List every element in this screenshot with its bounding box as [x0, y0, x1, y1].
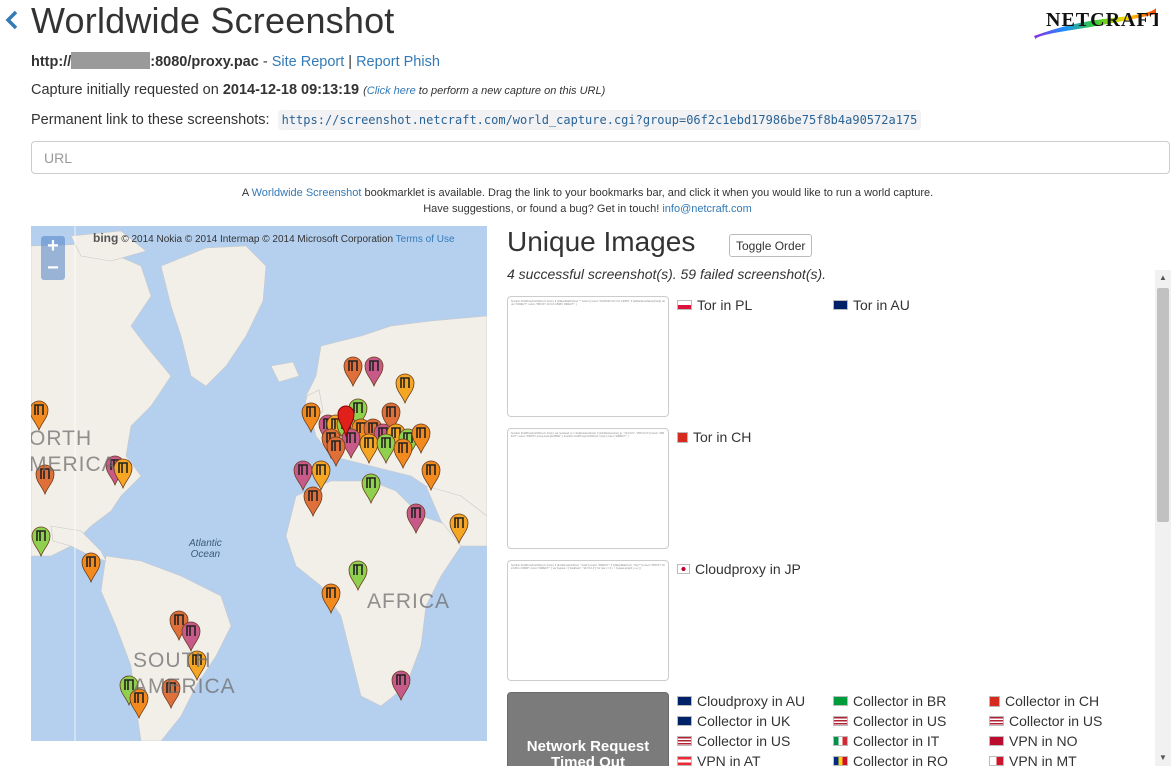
failed-location-label: VPN in AT — [697, 753, 761, 766]
url-suffix: :8080/proxy.pac — [150, 54, 259, 70]
failed-location-item: VPN in MT — [989, 753, 1077, 766]
bing-logo: bing — [93, 231, 119, 245]
map-label-atlantic: Atlantic Ocean — [189, 538, 222, 560]
toggle-order-button[interactable]: Toggle Order — [729, 234, 813, 257]
failed-location-item: Collector in US — [989, 713, 1102, 729]
failed-location-item: Collector in RO — [833, 753, 948, 766]
capture-note: (Click here to perform a new capture on … — [363, 85, 606, 97]
flag-no-icon — [989, 736, 1004, 746]
flag-it-icon — [833, 736, 848, 746]
scroll-down-arrow-icon[interactable]: ▼ — [1155, 750, 1171, 766]
results-scrollbar[interactable]: ▲ ▼ — [1155, 270, 1171, 766]
scroll-thumb[interactable] — [1157, 288, 1169, 522]
flag-ro-icon — [833, 756, 848, 766]
failed-location-label: VPN in MT — [1009, 753, 1077, 766]
failed-location-label: Collector in US — [853, 713, 947, 729]
failed-location-label: Collector in BR — [853, 693, 947, 709]
url-prefix: http:// — [31, 54, 72, 70]
failed-location-label: Collector in CH — [1005, 693, 1100, 709]
flag-mt-icon — [989, 756, 1004, 766]
failed-location-label: Collector in RO — [853, 753, 948, 766]
flag-br-icon — [833, 696, 848, 706]
map-label-africa: AFRICA — [367, 590, 451, 613]
map-zoom-control: + − — [41, 236, 65, 280]
permalink-line: Permanent link to these screenshots: htt… — [31, 110, 922, 130]
screenshot-thumbnail[interactable]: function FindProxyForURL(url, host) { va… — [507, 428, 669, 549]
location-tor-pl: Tor in PL — [677, 297, 752, 313]
bookmarklet-notice: A Worldwide Screenshot bookmarklet is av… — [241, 187, 934, 215]
page-title: Worldwide Screenshot — [31, 0, 395, 41]
screenshot-thumbnail[interactable]: function FindProxyForURL(url, host) { if… — [507, 296, 669, 417]
separator: - — [258, 54, 272, 70]
new-capture-link[interactable]: Click here — [367, 85, 416, 97]
back-chevron-icon[interactable] — [2, 8, 22, 32]
failed-location-item: VPN in NO — [989, 733, 1077, 749]
failed-location-label: Collector in IT — [853, 733, 940, 749]
failed-location-label: Collector in US — [1009, 713, 1103, 729]
failed-location-item: VPN in AT — [677, 753, 761, 766]
map-label-south-america: SOUTH AMERICA — [133, 649, 236, 698]
url-input[interactable] — [31, 141, 1170, 174]
failed-location-label: Collector in UK — [697, 713, 791, 729]
terms-of-use-link[interactable]: Terms of Use — [396, 234, 455, 245]
failed-location-label: VPN in NO — [1009, 733, 1078, 749]
target-url-line: http:// :8080/proxy.pac - Site Report | R… — [31, 52, 440, 70]
site-report-link[interactable]: Site Report — [272, 54, 345, 70]
bookmarklet-link[interactable]: Worldwide Screenshot — [252, 187, 362, 199]
location-tor-au: Tor in AU — [833, 297, 910, 313]
failed-location-item: Collector in CH — [989, 693, 1099, 709]
flag-us-icon — [677, 736, 692, 746]
flag-uk-icon — [677, 716, 692, 726]
unique-images-title: Unique Images — [507, 226, 696, 257]
world-map[interactable]: + − bing © 2014 Nokia © 2014 Intermap © 2… — [31, 226, 487, 741]
map-label-north-america: ORTH MERICA — [31, 427, 117, 476]
failed-location-item: Cloudproxy in AU — [677, 693, 805, 709]
permalink-url[interactable]: https://screenshot.netcraft.com/world_ca… — [277, 110, 922, 130]
capture-date: 2014-12-18 09:13:19 — [222, 82, 360, 98]
separator: | — [344, 54, 357, 70]
flag-us-icon — [989, 716, 1004, 726]
scroll-up-arrow-icon[interactable]: ▲ — [1155, 270, 1171, 286]
contact-email-link[interactable]: info@netcraft.com — [662, 203, 751, 215]
report-phish-link[interactable]: Report Phish — [356, 54, 440, 70]
screenshot-results: function FindProxyForURL(url, host) { if… — [506, 288, 1156, 766]
failed-screenshot-tile[interactable]: Network Request Timed Out — [507, 692, 669, 766]
failed-label: Network Request Timed Out — [526, 738, 650, 766]
failed-location-item: Collector in UK — [677, 713, 790, 729]
screenshot-stats: 4 successful screenshot(s). 59 failed sc… — [507, 266, 827, 282]
zoom-out-button[interactable]: − — [41, 258, 65, 280]
flag-au-icon — [677, 696, 692, 706]
failed-location-item: Collector in US — [677, 733, 790, 749]
flag-us-icon — [833, 716, 848, 726]
redacted-host — [71, 52, 151, 69]
flag-pl-icon — [677, 300, 692, 310]
capture-label: Capture initially requested on — [31, 82, 223, 98]
map-attribution: bing © 2014 Nokia © 2014 Intermap © 2014 … — [93, 231, 455, 245]
failed-location-item: Collector in US — [833, 713, 946, 729]
svg-text:NETCRAFT: NETCRAFT — [1046, 9, 1158, 31]
permalink-label: Permanent link to these screenshots: — [31, 112, 270, 128]
flag-ch-icon — [677, 431, 688, 443]
netcraft-logo[interactable]: NETCRAFT — [1032, 2, 1163, 40]
flag-ch-icon — [989, 695, 1000, 707]
location-tor-ch: Tor in CH — [677, 429, 751, 445]
flag-au-icon — [833, 300, 848, 310]
failed-location-label: Collector in US — [697, 733, 791, 749]
failed-location-item: Collector in BR — [833, 693, 946, 709]
screenshot-thumbnail[interactable]: function FindProxyForURL(url, host) { if… — [507, 560, 669, 681]
flag-at-icon — [677, 756, 692, 766]
failed-location-item: Collector in IT — [833, 733, 939, 749]
map-canvas — [31, 226, 487, 741]
capture-info: Capture initially requested on 2014-12-1… — [31, 82, 605, 98]
location-cloudproxy-jp: Cloudproxy in JP — [677, 561, 801, 577]
zoom-in-button[interactable]: + — [41, 236, 65, 258]
failed-location-label: Cloudproxy in AU — [697, 693, 806, 709]
flag-jp-icon — [677, 564, 690, 574]
